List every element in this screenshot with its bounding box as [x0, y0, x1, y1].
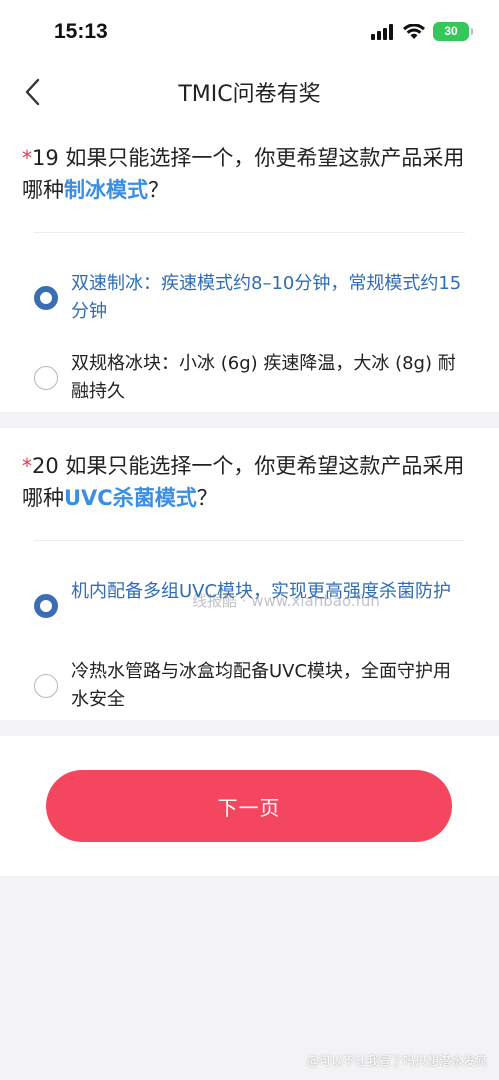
battery-icon: 30: [433, 22, 473, 41]
option-dual-speed-ice[interactable]: 双速制冰：疾速模式约8–10分钟，常规模式约15分钟: [0, 268, 499, 328]
divider: [34, 232, 465, 233]
button-area: 下一页: [0, 736, 499, 876]
status-icons: 30: [371, 22, 473, 41]
required-mark: *: [22, 454, 32, 478]
question-text: *19 如果只能选择一个，你更希望这款产品采用哪种制冰模式？: [22, 142, 473, 206]
option-label: 冷热水管路与冰盒均配备UVC模块，全面守护用水安全: [71, 661, 452, 710]
radio-selected-icon[interactable]: [34, 594, 58, 618]
question-suffix: ？: [196, 486, 218, 510]
option-multi-uvc-module[interactable]: 机内配备多组UVC模块，实现更高强度杀菌防护: [0, 576, 499, 636]
nav-bar: TMIC问卷有奖: [0, 66, 499, 120]
question-highlight: 制冰模式: [64, 178, 148, 202]
battery-level: 30: [444, 24, 458, 38]
status-time: 15:13: [54, 20, 108, 43]
radio-unselected-icon[interactable]: [34, 674, 58, 698]
question-highlight: UVC杀菌模式: [64, 486, 197, 510]
question-card-19: *19 如果只能选择一个，你更希望这款产品采用哪种制冰模式？ 双速制冰：疾速模式…: [0, 120, 499, 412]
watermark-bottom: @可以不让我冒了吗只想潜水发疯: [306, 1054, 487, 1068]
option-label: 机内配备多组UVC模块，实现更高强度杀菌防护: [71, 581, 452, 602]
radio-unselected-icon[interactable]: [34, 366, 58, 390]
question-card-20: *20 如果只能选择一个，你更希望这款产品采用哪种UVC杀菌模式？ 机内配备多组…: [0, 428, 499, 720]
divider: [34, 540, 465, 541]
option-label: 双规格冰块：小冰 (6g) 疾速降温，大冰 (8g) 耐融持久: [71, 353, 456, 402]
radio-selected-icon[interactable]: [34, 286, 58, 310]
next-page-button[interactable]: 下一页: [46, 770, 452, 842]
option-full-pipeline-uvc[interactable]: 冷热水管路与冰盒均配备UVC模块，全面守护用水安全: [0, 656, 499, 716]
cellular-signal-icon: [371, 23, 393, 40]
required-mark: *: [22, 146, 32, 170]
option-label: 双速制冰：疾速模式约8–10分钟，常规模式约15分钟: [71, 273, 462, 322]
question-suffix: ？: [148, 178, 169, 202]
status-bar: 15:13 30: [0, 0, 499, 66]
option-dual-size-ice[interactable]: 双规格冰块：小冰 (6g) 疾速降温，大冰 (8g) 耐融持久: [0, 348, 499, 408]
question-text: *20 如果只能选择一个，你更希望这款产品采用哪种UVC杀菌模式？: [22, 450, 473, 514]
page-title: TMIC问卷有奖: [178, 82, 321, 107]
wifi-icon: [403, 23, 425, 39]
